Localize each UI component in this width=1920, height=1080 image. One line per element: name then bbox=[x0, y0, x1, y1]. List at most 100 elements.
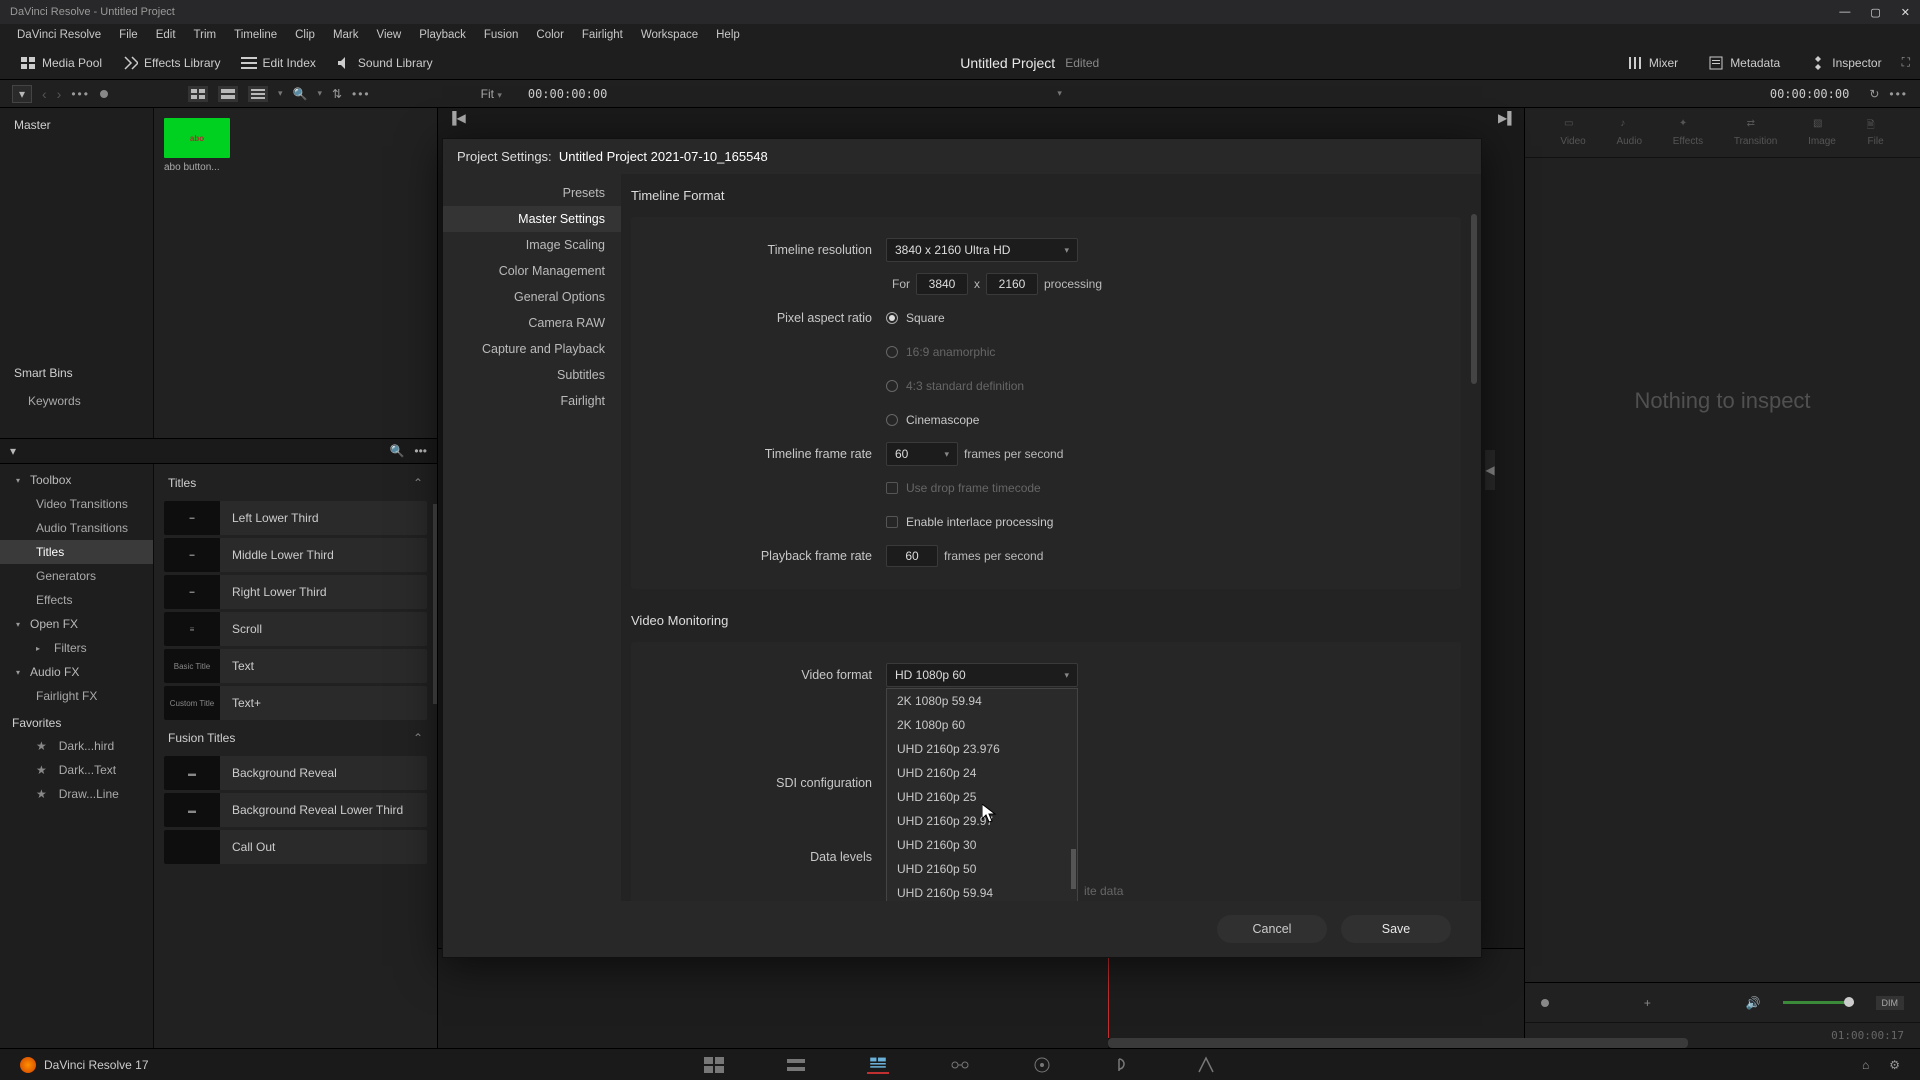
volume-slider[interactable] bbox=[1783, 1001, 1854, 1004]
page-media[interactable] bbox=[703, 1056, 725, 1074]
page-fairlight[interactable] bbox=[1113, 1056, 1135, 1074]
tree-audio-transitions[interactable]: Audio Transitions bbox=[0, 516, 153, 540]
fusion-bg-reveal[interactable]: ▬Background Reveal bbox=[164, 756, 427, 790]
menu-trim[interactable]: Trim bbox=[185, 26, 226, 44]
edit-index-toggle[interactable]: Edit Index bbox=[231, 51, 326, 75]
inspector-tab-file[interactable]: 🗎File bbox=[1867, 118, 1885, 147]
speaker-icon[interactable]: 🔊 bbox=[1746, 996, 1761, 1010]
fx-search-icon[interactable]: 🔍 bbox=[389, 444, 404, 458]
dim-badge[interactable]: DIM bbox=[1876, 996, 1905, 1010]
project-settings-icon[interactable]: ⚙ bbox=[1889, 1058, 1900, 1072]
inspector-tab-audio[interactable]: ♪Audio bbox=[1616, 118, 1642, 147]
fav-2[interactable]: ★Dark...Text bbox=[0, 758, 153, 782]
inspector-tab-effects[interactable]: ✦Effects bbox=[1673, 118, 1703, 147]
dlg-nav-presets[interactable]: Presets bbox=[443, 180, 621, 206]
timeline-h-scrollbar[interactable] bbox=[1108, 1038, 1324, 1048]
menu-davinci[interactable]: DaVinci Resolve bbox=[8, 26, 110, 44]
title-middle-lower-third[interactable]: ━Middle Lower Third bbox=[164, 538, 427, 572]
par-square-radio[interactable] bbox=[886, 312, 898, 324]
viewer-menu-chev[interactable]: ▾ bbox=[1057, 88, 1062, 99]
add-marker-icon[interactable]: + bbox=[1644, 996, 1651, 1010]
format-option-uhd-50[interactable]: UHD 2160p 50 bbox=[887, 857, 1077, 881]
collapse-icon[interactable]: ⌃ bbox=[413, 476, 423, 490]
menu-mark[interactable]: Mark bbox=[324, 26, 368, 44]
interlace-checkbox[interactable] bbox=[886, 516, 898, 528]
fx-dropdown[interactable]: ▾ bbox=[10, 444, 16, 458]
zoom-slider[interactable] bbox=[100, 90, 108, 98]
thumb-view-icon[interactable] bbox=[188, 86, 208, 102]
format-option-uhd-23976[interactable]: UHD 2160p 23.976 bbox=[887, 737, 1077, 761]
metadata-toggle[interactable]: Metadata bbox=[1698, 51, 1790, 75]
video-format-dropdown[interactable]: HD 1080p 60▾ 2K 1080p 59.94 2K 1080p 60 … bbox=[886, 663, 1078, 687]
menu-file[interactable]: File bbox=[110, 26, 147, 44]
bin-master[interactable]: Master bbox=[0, 112, 153, 138]
dropframe-checkbox[interactable] bbox=[886, 482, 898, 494]
menu-view[interactable]: View bbox=[368, 26, 411, 44]
expand-icon[interactable]: ⛶ bbox=[1902, 55, 1910, 70]
skip-end-icon[interactable]: ▶▌ bbox=[1498, 111, 1514, 125]
fusion-call-out[interactable]: Call Out bbox=[164, 830, 427, 864]
format-option-uhd-5994[interactable]: UHD 2160p 59.94 bbox=[887, 881, 1077, 901]
collapse-icon-2[interactable]: ⌃ bbox=[413, 731, 423, 745]
timeline-resolution-dropdown[interactable]: 3840 x 2160 Ultra HD▾ bbox=[886, 238, 1078, 262]
fit-label[interactable]: Fit bbox=[481, 87, 494, 101]
format-option-uhd-25[interactable]: UHD 2160p 25 bbox=[887, 785, 1077, 809]
inspector-tab-transition[interactable]: ⇄Transition bbox=[1734, 118, 1778, 147]
par-43-radio[interactable] bbox=[886, 380, 898, 392]
home-icon[interactable]: ⌂ bbox=[1862, 1058, 1869, 1072]
menu-help[interactable]: Help bbox=[707, 26, 749, 44]
loop-icon[interactable]: ↻ bbox=[1869, 87, 1879, 101]
dlg-nav-image-scaling[interactable]: Image Scaling bbox=[443, 232, 621, 258]
menu-fairlight[interactable]: Fairlight bbox=[573, 26, 632, 44]
format-option-uhd-24[interactable]: UHD 2160p 24 bbox=[887, 761, 1077, 785]
effects-library-toggle[interactable]: Effects Library bbox=[112, 51, 230, 75]
close-button[interactable]: ✕ bbox=[1901, 6, 1910, 19]
maximize-button[interactable]: ▢ bbox=[1870, 6, 1880, 19]
fx-list-scrollbar[interactable] bbox=[433, 504, 437, 704]
tree-openfx[interactable]: ▾Open FX bbox=[0, 612, 153, 636]
format-option-2k-5994[interactable]: 2K 1080p 59.94 bbox=[887, 689, 1077, 713]
audio-mark-dot[interactable] bbox=[1541, 999, 1549, 1007]
title-left-lower-third[interactable]: ━Left Lower Third bbox=[164, 501, 427, 535]
dlg-nav-master-settings[interactable]: Master Settings bbox=[443, 206, 621, 232]
format-option-uhd-30[interactable]: UHD 2160p 30 bbox=[887, 833, 1077, 857]
mixer-toggle[interactable]: Mixer bbox=[1617, 51, 1688, 75]
menu-edit[interactable]: Edit bbox=[147, 26, 185, 44]
nav-fwd[interactable]: › bbox=[57, 86, 62, 102]
fav-3[interactable]: ★Draw...Line bbox=[0, 782, 153, 806]
more-dots-2[interactable]: ••• bbox=[352, 87, 371, 101]
skip-start-icon[interactable]: ▐◀ bbox=[448, 111, 464, 125]
playback-framerate-input[interactable]: 60 bbox=[886, 545, 938, 567]
timeline-framerate-dropdown[interactable]: 60▾ bbox=[886, 442, 958, 466]
inspector-toggle[interactable]: Inspector bbox=[1800, 51, 1891, 75]
more-dots-3[interactable]: ••• bbox=[1889, 87, 1908, 101]
tree-video-transitions[interactable]: Video Transitions bbox=[0, 492, 153, 516]
title-right-lower-third[interactable]: ━Right Lower Third bbox=[164, 575, 427, 609]
tree-effects[interactable]: Effects bbox=[0, 588, 153, 612]
format-option-uhd-2997[interactable]: UHD 2160p 29.97 bbox=[887, 809, 1077, 833]
viewsort-chev[interactable]: ▾ bbox=[278, 88, 283, 99]
menu-clip[interactable]: Clip bbox=[286, 26, 324, 44]
page-fusion[interactable] bbox=[949, 1056, 971, 1074]
media-pool-toggle[interactable]: Media Pool bbox=[10, 51, 112, 75]
dlg-nav-general-options[interactable]: General Options bbox=[443, 284, 621, 310]
dlg-nav-camera-raw[interactable]: Camera RAW bbox=[443, 310, 621, 336]
tree-audiofx[interactable]: ▾Audio FX bbox=[0, 660, 153, 684]
format-option-2k-60[interactable]: 2K 1080p 60 bbox=[887, 713, 1077, 737]
menu-playback[interactable]: Playback bbox=[410, 26, 475, 44]
sound-library-toggle[interactable]: Sound Library bbox=[326, 51, 443, 75]
search-icon[interactable]: 🔍 bbox=[292, 87, 307, 101]
timecode-left[interactable]: 00:00:00:00 bbox=[528, 87, 607, 101]
media-clip[interactable]: abo abo button... bbox=[164, 118, 230, 173]
title-text[interactable]: Basic TitleText bbox=[164, 649, 427, 683]
collapse-inspector-button[interactable]: ◀ bbox=[1485, 450, 1495, 490]
fav-1[interactable]: ★Dark...hird bbox=[0, 734, 153, 758]
timecode-right[interactable]: 00:00:00:00 bbox=[1770, 87, 1849, 101]
fx-more-dots[interactable]: ••• bbox=[414, 444, 427, 458]
tree-filters[interactable]: ▸Filters bbox=[0, 636, 153, 660]
menu-color[interactable]: Color bbox=[527, 26, 572, 44]
bin-view-dropdown[interactable]: ▾ bbox=[12, 85, 32, 103]
page-edit[interactable] bbox=[867, 1056, 889, 1074]
resolution-height-input[interactable]: 2160 bbox=[986, 273, 1038, 295]
dialog-scrollbar[interactable] bbox=[1471, 214, 1477, 384]
